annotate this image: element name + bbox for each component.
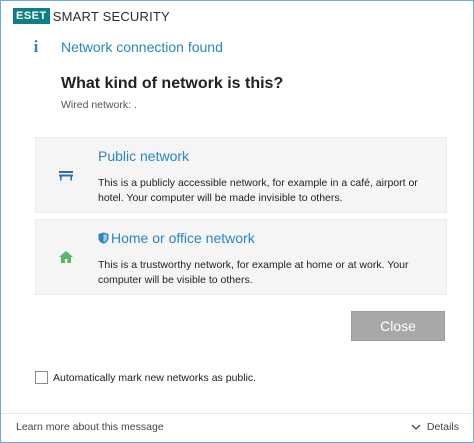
shield-icon	[98, 232, 109, 244]
auto-mark-label[interactable]: Automatically mark new networks as publi…	[53, 372, 256, 384]
public-network-option[interactable]: Public network This is a publicly access…	[35, 137, 447, 213]
header: i Network connection found	[1, 37, 473, 57]
product-name: SMART SECURITY	[52, 8, 170, 24]
public-network-title: Public network	[98, 148, 190, 164]
home-network-title-row: Home or office network	[98, 230, 255, 246]
home-network-title: Home or office network	[111, 230, 255, 246]
auto-mark-checkbox[interactable]	[35, 371, 48, 384]
auto-mark-row[interactable]: Automatically mark new networks as publi…	[35, 371, 256, 384]
bench-icon	[59, 171, 73, 181]
title-bar: ESET SMART SECURITY	[1, 1, 473, 31]
question-heading: What kind of network is this?	[61, 75, 284, 92]
eset-logo: ESET	[13, 8, 50, 24]
network-name: Wired network: .	[61, 99, 137, 111]
close-button[interactable]: Close	[351, 311, 445, 341]
home-network-option[interactable]: Home or office network This is a trustwo…	[35, 219, 447, 295]
home-network-description: This is a trustworthy network, for examp…	[98, 259, 409, 286]
details-toggle[interactable]: Details	[411, 421, 459, 433]
footer: Learn more about this message Details	[1, 413, 473, 442]
details-label: Details	[426, 421, 459, 433]
dialog-window: ESET SMART SECURITY i Network connection…	[0, 0, 474, 443]
chevron-down-icon	[411, 424, 421, 430]
header-title: Network connection found	[61, 39, 223, 55]
info-icon: i	[33, 37, 39, 56]
learn-more-link[interactable]: Learn more about this message	[16, 421, 164, 433]
house-icon	[59, 251, 73, 263]
public-network-description: This is a publicly accessible network, f…	[98, 177, 418, 204]
